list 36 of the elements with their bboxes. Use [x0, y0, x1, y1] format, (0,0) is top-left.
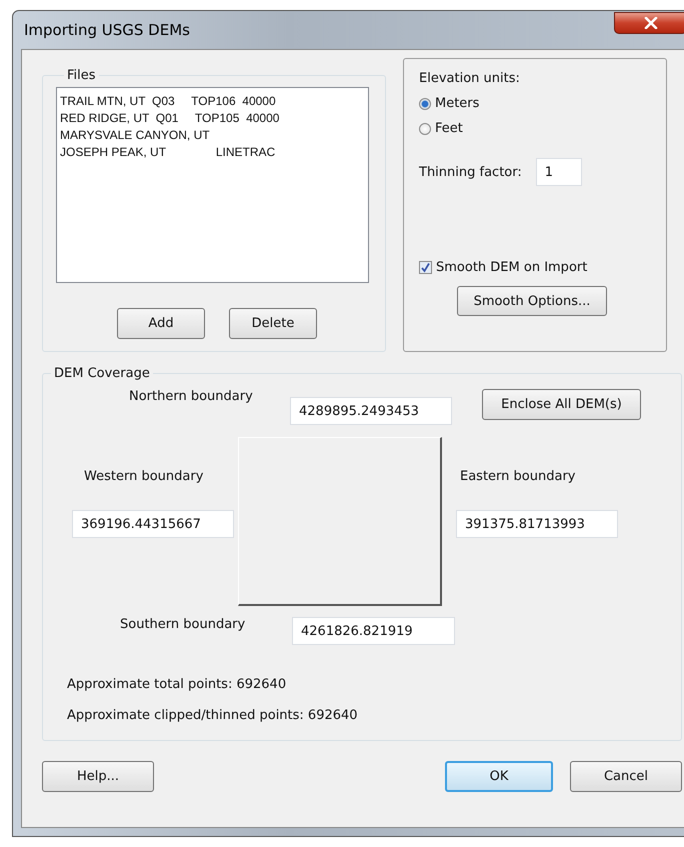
boundary-field[interactable]: 4289895.2493453 [290, 397, 452, 425]
elevation-units-label: Elevation units: [419, 71, 521, 86]
file-list[interactable]: TRAIL MTN, UT Q03 TOP106 40000 RED RIDGE, UT Q01 TOP105 40000 MARYSVALE CANYON, UT JOSEPH PEAK, UT LINETRAC [56, 87, 369, 283]
radio-button[interactable] [419, 98, 431, 110]
file-list-item[interactable]: JOSEPH PEAK, UT LINETRAC [60, 144, 365, 161]
file-list-item[interactable]: RED RIDGE, UT Q01 TOP105 40000 [60, 110, 365, 127]
dialog-button[interactable]: Cancel [570, 761, 682, 792]
file-button[interactable]: Delete [229, 308, 317, 339]
boundary-label: Eastern boundary [460, 469, 576, 484]
file-list-item[interactable]: MARYSVALE CANYON, UT [60, 127, 365, 144]
boundary-label: Western boundary [84, 469, 204, 484]
boundary-field[interactable]: 4261826.821919 [292, 617, 455, 645]
enclose-button[interactable]: Enclose All DEM(s) [482, 389, 641, 420]
close-icon [644, 17, 658, 29]
checkbox-label: Smooth DEM on Import [436, 260, 588, 275]
boundary-field[interactable]: 391375.81713993 [456, 510, 618, 538]
window-title: Importing USGS DEMs [23, 21, 190, 39]
boundary-label: Northern boundary [129, 389, 254, 404]
help-button[interactable]: Help... [42, 761, 154, 792]
radio-label: Meters [435, 96, 480, 111]
radio-button[interactable] [419, 122, 431, 134]
dialog-button[interactable]: OK [445, 761, 553, 792]
boundary-field[interactable]: 369196.44315667 [72, 510, 234, 538]
smooth-options-button[interactable]: Smooth Options... [457, 286, 607, 316]
group-label: DEM Coverage [53, 366, 151, 381]
file-button[interactable]: Add [117, 308, 205, 339]
points-text: Approximate total points: 692640 [67, 677, 288, 692]
group-label: Files [66, 68, 97, 83]
boundary-label: Southern boundary [120, 617, 246, 632]
thinning-field[interactable]: 1 [536, 158, 582, 186]
points-text: Approximate clipped/thinned points: 692640 [67, 708, 359, 723]
thinning-label: Thinning factor: [419, 164, 522, 180]
checkbox[interactable] [419, 261, 432, 274]
close-button[interactable] [614, 12, 684, 34]
radio-label: Feet [435, 121, 463, 136]
file-list-item[interactable]: TRAIL MTN, UT Q03 TOP106 40000 [60, 93, 365, 110]
